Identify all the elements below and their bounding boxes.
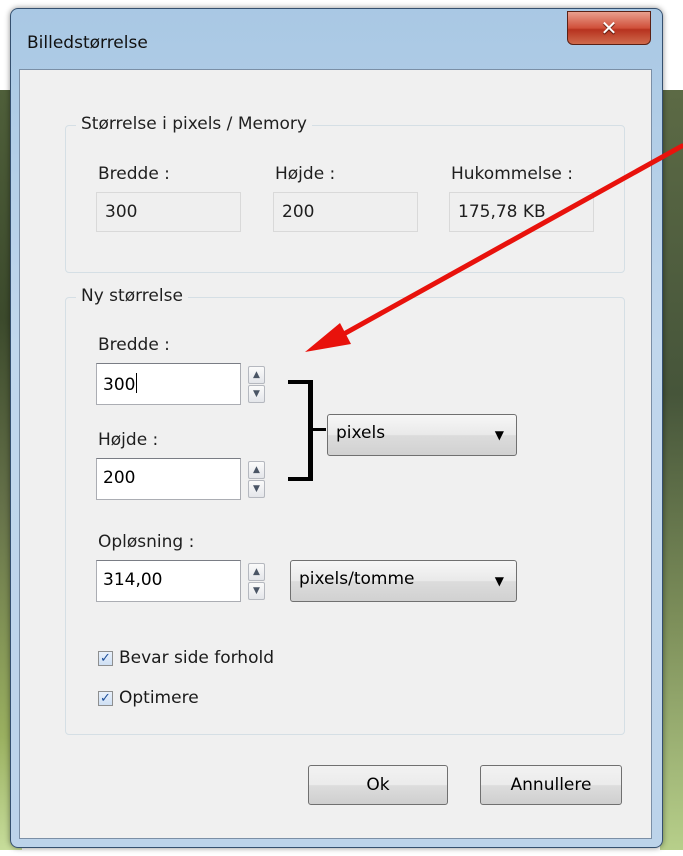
- annotation-arrow: [305, 143, 683, 352]
- annotation-arrow-shaft: [330, 143, 683, 343]
- annotation-arrow-head: [305, 323, 351, 352]
